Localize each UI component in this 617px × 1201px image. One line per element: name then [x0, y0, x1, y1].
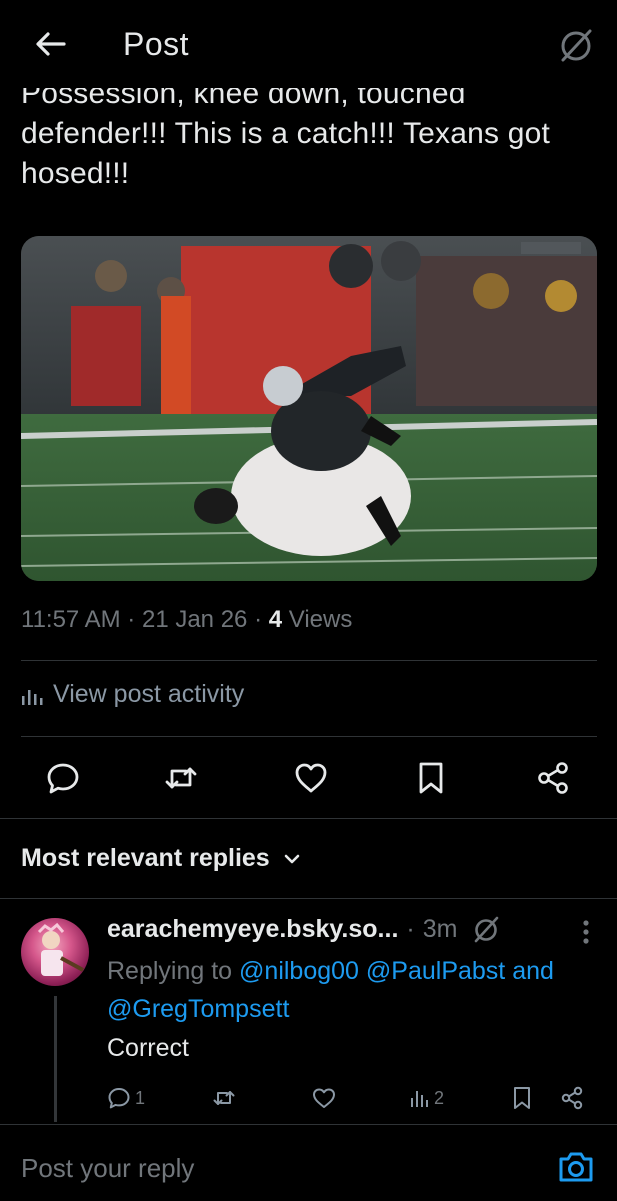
post-meta: 11:57 AM · 21 Jan 26 · 4 Views: [21, 606, 352, 634]
replying-prefix: Replying to: [107, 957, 233, 985]
divider: [21, 736, 597, 737]
post-time: 11:57 AM: [21, 606, 121, 633]
view-post-activity-link[interactable]: View post activity: [21, 680, 244, 709]
share-icon: [538, 762, 568, 794]
post-media-image[interactable]: [21, 236, 597, 581]
reply-header: earachemyeye.bsky.so... · 3m: [107, 914, 501, 944]
football-play-image: [21, 236, 597, 581]
arrow-left-icon: [36, 32, 66, 56]
mention-link[interactable]: @GregTompsett: [107, 995, 289, 1023]
divider: [21, 660, 597, 661]
views-count: 4: [268, 606, 283, 633]
reply-author-name[interactable]: earachemyeye.bsky.so...: [107, 915, 398, 944]
share-icon: [561, 1086, 583, 1110]
reply-reply-button[interactable]: 1: [107, 1082, 145, 1114]
post-text: Possession, knee down, touched defender!…: [21, 77, 551, 190]
bar-chart-icon: [22, 689, 43, 705]
reply-separator: ·: [406, 914, 415, 943]
like-button[interactable]: [288, 755, 334, 801]
reply-button[interactable]: [40, 755, 86, 801]
camera-icon: [559, 1152, 593, 1182]
heart-icon: [295, 763, 327, 793]
reply-time: 3m: [422, 914, 458, 943]
mention-link[interactable]: @PaulPabst: [366, 957, 505, 985]
camera-button[interactable]: [557, 1149, 595, 1185]
reply-views-count: 2: [434, 1087, 445, 1108]
reply-bubble-icon: [108, 1088, 130, 1109]
reply-repost-button[interactable]: [212, 1082, 236, 1114]
bar-chart-icon: [411, 1091, 428, 1107]
avatar[interactable]: [21, 918, 89, 986]
post-actions-bar: [0, 755, 617, 805]
reply-share-button[interactable]: [560, 1082, 584, 1114]
bookmark-icon: [419, 762, 443, 794]
repost-icon: [165, 767, 197, 789]
meta-separator: ·: [254, 606, 263, 633]
reply-text: Correct: [107, 1034, 189, 1062]
repost-button[interactable]: [158, 755, 204, 801]
reply-composer: Post your reply: [0, 1124, 617, 1201]
replies-sort-dropdown[interactable]: Most relevant replies: [21, 844, 300, 873]
views-label: Views: [288, 606, 353, 633]
and-word: and: [512, 957, 554, 985]
bookmark-icon: [514, 1087, 530, 1109]
slashed-circle-icon: [475, 916, 499, 943]
view-post-activity-label: View post activity: [53, 680, 245, 708]
reply-bookmark-button[interactable]: [512, 1082, 532, 1114]
reply-count: 1: [135, 1087, 146, 1108]
replies-heading-label: Most relevant replies: [21, 844, 270, 872]
divider: [0, 898, 617, 899]
reply-input[interactable]: Post your reply: [21, 1153, 194, 1184]
reply-views-button[interactable]: 2: [410, 1082, 444, 1114]
repost-icon: [213, 1091, 235, 1105]
top-bar: Post: [0, 0, 617, 88]
bookmark-button[interactable]: [408, 755, 454, 801]
reply-like-button[interactable]: [312, 1082, 336, 1114]
chevron-down-icon: [284, 854, 300, 863]
meta-separator: ·: [127, 606, 136, 633]
mention-link[interactable]: @nilbog00: [239, 957, 359, 985]
reply-actions-bar: 1 2: [0, 1082, 617, 1116]
replying-to-line: Replying to @nilbog00 @PaulPabst and @Gr…: [107, 952, 587, 1028]
post-date: 21 Jan 26: [141, 606, 248, 633]
share-button[interactable]: [530, 755, 576, 801]
heart-icon: [313, 1088, 335, 1108]
more-options-icon[interactable]: [581, 918, 591, 946]
reply-bubble-icon: [47, 763, 79, 794]
divider: [0, 818, 617, 819]
back-button[interactable]: [30, 24, 70, 64]
page-title: Post: [123, 26, 190, 62]
slashed-circle-icon[interactable]: [557, 26, 595, 64]
